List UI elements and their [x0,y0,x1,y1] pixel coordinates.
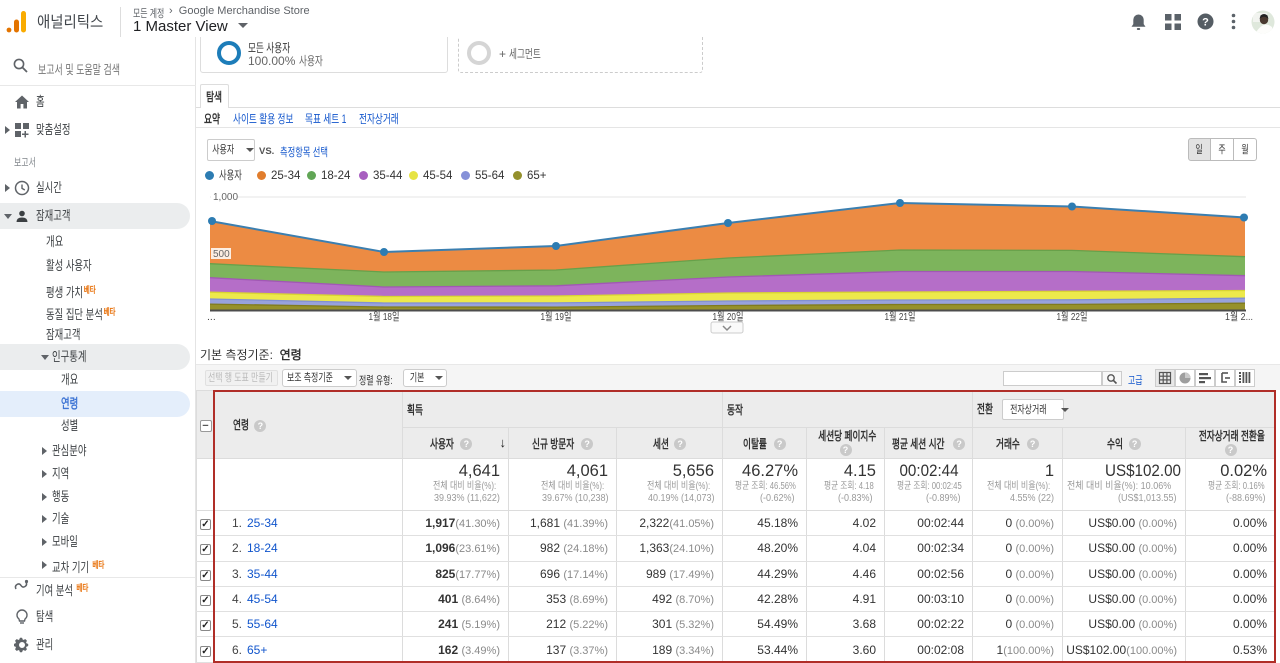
svg-text:1월 20일: 1월 20일 [713,310,744,323]
svg-text:1월 21일: 1월 21일 [885,310,916,323]
svg-text:1월 19일: 1월 19일 [541,310,572,323]
svg-text:...: ... [207,311,216,323]
svg-text:1월 22일: 1월 22일 [1057,310,1088,323]
svg-text:1,000: 1,000 [213,192,238,203]
svg-text:1월 18일: 1월 18일 [369,310,400,323]
svg-text:500: 500 [213,249,230,260]
svg-text:1월 2...: 1월 2... [1225,311,1253,323]
svg-text:?: ? [1202,17,1209,29]
